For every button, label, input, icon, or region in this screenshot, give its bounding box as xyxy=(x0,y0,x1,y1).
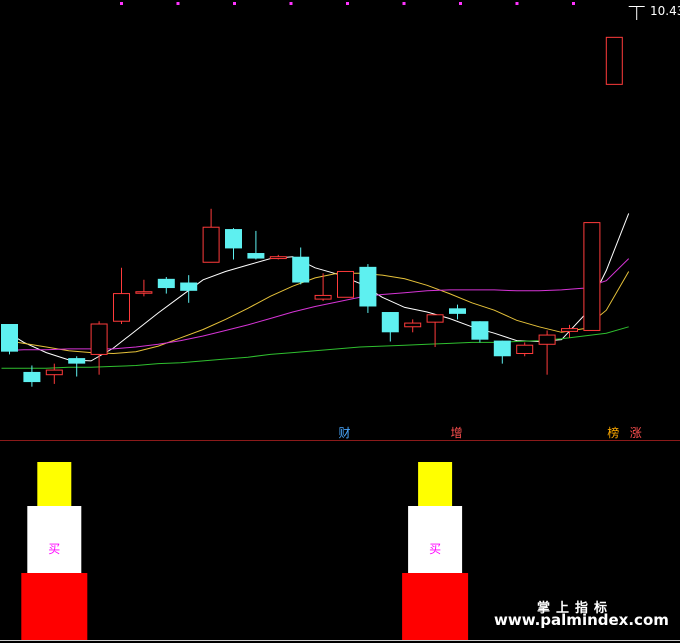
candle-body-up xyxy=(314,294,332,300)
candle-body-down xyxy=(381,312,399,333)
candle-body-up xyxy=(202,226,220,263)
candle-body-up xyxy=(404,322,422,328)
candle-body-up xyxy=(113,293,130,322)
signal-middle xyxy=(408,506,463,573)
top-dot xyxy=(402,2,406,5)
candle-body-up xyxy=(135,291,153,294)
event-marker: 财 xyxy=(339,426,351,440)
candle-body-down xyxy=(225,229,242,249)
top-dot xyxy=(346,2,349,5)
candle-body-down xyxy=(157,278,175,289)
event-marker: 涨 xyxy=(630,425,642,440)
candle-body-up xyxy=(90,323,108,355)
candle-body-down xyxy=(493,340,511,357)
event-marker: 榜 xyxy=(607,425,619,440)
signal-base xyxy=(21,573,88,641)
candle-body-down xyxy=(359,266,377,307)
top-dot xyxy=(459,2,462,5)
top-dot xyxy=(572,2,575,5)
top-dot xyxy=(515,2,519,5)
candle-body-down xyxy=(1,324,18,352)
candle-body-down xyxy=(247,253,265,259)
candle-body-down xyxy=(180,282,198,291)
signal-top xyxy=(418,462,453,506)
stock-chart: { "chart_data": { "type": "candlestick",… xyxy=(0,0,680,643)
top-dot xyxy=(176,2,180,5)
candle-body-down xyxy=(292,256,310,283)
signal-top xyxy=(37,462,72,506)
buy-signal-label: 买 xyxy=(429,542,441,556)
candlestick-chart: 10.43 财 增 榜涨买 买 xyxy=(0,2,680,641)
candle-body-up xyxy=(516,344,534,354)
event-marker: 增 xyxy=(451,426,463,440)
candle-body-up xyxy=(538,334,556,345)
top-dot xyxy=(120,2,123,5)
candle-body-up xyxy=(426,314,444,323)
watermark-url: www.palmindex.com xyxy=(494,611,669,629)
candle-body-down xyxy=(471,321,489,340)
price-label: 10.43 xyxy=(650,4,680,18)
candle-body-up xyxy=(561,328,578,332)
candle-body-up xyxy=(605,36,623,85)
buy-signal-label: 买 xyxy=(48,542,60,556)
candle-body-down xyxy=(68,358,86,364)
candle-body-up xyxy=(45,369,63,376)
candle-body-up xyxy=(583,222,601,331)
top-dot xyxy=(233,2,236,5)
top-dot xyxy=(289,2,293,5)
signal-base xyxy=(402,573,469,641)
candle-body-up xyxy=(337,270,354,298)
signal-middle xyxy=(27,506,82,573)
candle-body-up xyxy=(269,256,287,260)
candle-body-down xyxy=(449,308,466,314)
candle-body-down xyxy=(23,371,41,383)
